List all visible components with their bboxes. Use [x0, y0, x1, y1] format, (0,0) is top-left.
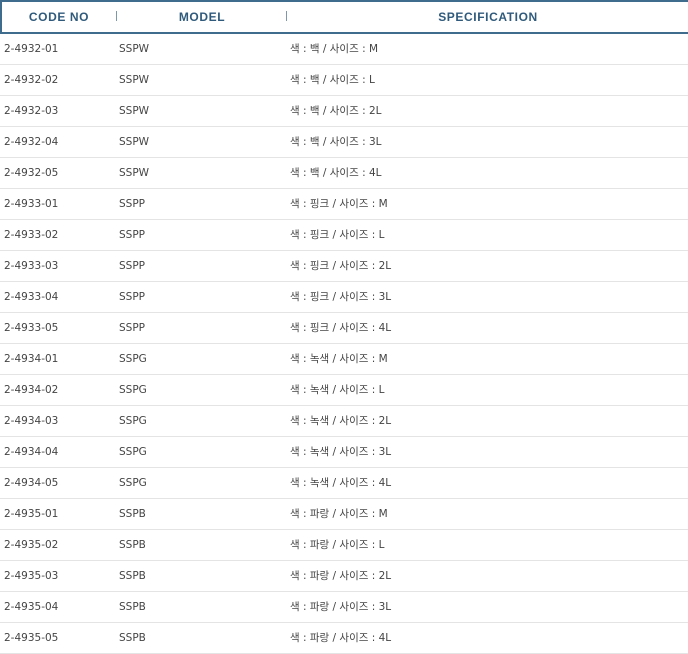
model-cell: SSPW — [119, 167, 150, 179]
model-cell: SSPG — [119, 353, 147, 365]
table-row: 2-4934-04 SSPG 색 : 녹색 / 사이즈 : 3L — [0, 437, 688, 468]
code-cell: 2-4932-01 — [4, 43, 59, 55]
table-header: CODE NO MODEL SPECIFICATION — [0, 0, 688, 34]
code-cell: 2-4933-05 — [4, 322, 59, 334]
spec-cell: 색 : 녹색 / 사이즈 : 4L — [290, 477, 392, 489]
spec-cell: 색 : 녹색 / 사이즈 : 2L — [290, 415, 392, 427]
table-row: 2-4933-02 SSPP 색 : 핑크 / 사이즈 : L — [0, 220, 688, 251]
spec-cell: 색 : 파랑 / 사이즈 : 3L — [290, 601, 392, 613]
spec-cell: 색 : 백 / 사이즈 : 3L — [290, 136, 382, 148]
table-row: 2-4934-01 SSPG 색 : 녹색 / 사이즈 : M — [0, 344, 688, 375]
model-cell: SSPG — [119, 477, 147, 489]
spec-cell: 색 : 녹색 / 사이즈 : M — [290, 353, 388, 365]
table-row: 2-4933-04 SSPP 색 : 핑크 / 사이즈 : 3L — [0, 282, 688, 313]
table-row: 2-4932-05 SSPW 색 : 백 / 사이즈 : 4L — [0, 158, 688, 189]
spec-cell: 색 : 핑크 / 사이즈 : M — [290, 198, 388, 210]
model-cell: SSPB — [119, 508, 146, 520]
model-cell: SSPB — [119, 601, 146, 613]
spec-cell: 색 : 핑크 / 사이즈 : 4L — [290, 322, 392, 334]
header-separator — [116, 11, 117, 21]
code-cell: 2-4935-02 — [4, 539, 59, 551]
code-cell: 2-4935-01 — [4, 508, 59, 520]
code-cell: 2-4934-01 — [4, 353, 59, 365]
spec-cell: 색 : 핑크 / 사이즈 : L — [290, 229, 385, 241]
spec-cell: 색 : 백 / 사이즈 : M — [290, 43, 378, 55]
code-cell: 2-4932-04 — [4, 136, 59, 148]
model-cell: SSPP — [119, 322, 145, 334]
model-cell: SSPG — [119, 415, 147, 427]
spec-cell: 색 : 녹색 / 사이즈 : L — [290, 384, 385, 396]
table-row: 2-4932-02 SSPW 색 : 백 / 사이즈 : L — [0, 65, 688, 96]
table-row: 2-4935-03 SSPB 색 : 파랑 / 사이즈 : 2L — [0, 561, 688, 592]
model-cell: SSPP — [119, 229, 145, 241]
code-cell: 2-4935-05 — [4, 632, 59, 644]
model-cell: SSPB — [119, 632, 146, 644]
model-cell: SSPB — [119, 570, 146, 582]
header-separator — [286, 11, 287, 21]
model-cell: SSPW — [119, 43, 150, 55]
code-cell: 2-4932-03 — [4, 105, 59, 117]
model-cell: SSPP — [119, 198, 145, 210]
product-table: CODE NO MODEL SPECIFICATION 2-4932-01 SSP… — [0, 0, 688, 654]
table-row: 2-4932-03 SSPW 색 : 백 / 사이즈 : 2L — [0, 96, 688, 127]
table-row: 2-4932-04 SSPW 색 : 백 / 사이즈 : 3L — [0, 127, 688, 158]
table-row: 2-4934-02 SSPG 색 : 녹색 / 사이즈 : L — [0, 375, 688, 406]
table-row: 2-4935-02 SSPB 색 : 파랑 / 사이즈 : L — [0, 530, 688, 561]
code-cell: 2-4933-01 — [4, 198, 59, 210]
model-cell: SSPG — [119, 384, 147, 396]
table-row: 2-4933-05 SSPP 색 : 핑크 / 사이즈 : 4L — [0, 313, 688, 344]
spec-cell: 색 : 파랑 / 사이즈 : M — [290, 508, 388, 520]
spec-cell: 색 : 파랑 / 사이즈 : 4L — [290, 632, 392, 644]
spec-cell: 색 : 백 / 사이즈 : 2L — [290, 105, 382, 117]
code-cell: 2-4934-03 — [4, 415, 59, 427]
table-row: 2-4935-01 SSPB 색 : 파랑 / 사이즈 : M — [0, 499, 688, 530]
code-cell: 2-4935-04 — [4, 601, 59, 613]
code-cell: 2-4933-02 — [4, 229, 59, 241]
code-cell: 2-4934-02 — [4, 384, 59, 396]
table-row: 2-4935-04 SSPB 색 : 파랑 / 사이즈 : 3L — [0, 592, 688, 623]
model-cell: SSPG — [119, 446, 147, 458]
model-cell: SSPB — [119, 539, 146, 551]
model-cell: SSPW — [119, 136, 150, 148]
code-cell: 2-4934-04 — [4, 446, 59, 458]
spec-cell: 색 : 백 / 사이즈 : L — [290, 74, 375, 86]
header-model: MODEL — [178, 10, 226, 24]
table-row: 2-4933-03 SSPP 색 : 핑크 / 사이즈 : 2L — [0, 251, 688, 282]
table-row: 2-4932-01 SSPW 색 : 백 / 사이즈 : M — [0, 34, 688, 65]
spec-cell: 색 : 백 / 사이즈 : 4L — [290, 167, 382, 179]
model-cell: SSPP — [119, 260, 145, 272]
model-cell: SSPW — [119, 74, 150, 86]
table-body: 2-4932-01 SSPW 색 : 백 / 사이즈 : M 2-4932-02 SSP… — [0, 34, 688, 654]
spec-cell: 색 : 파랑 / 사이즈 : 2L — [290, 570, 392, 582]
header-specification: SPECIFICATION — [438, 10, 538, 24]
code-cell: 2-4933-04 — [4, 291, 59, 303]
header-code-no: CODE NO — [28, 10, 90, 24]
model-cell: SSPP — [119, 291, 145, 303]
spec-cell: 색 : 파랑 / 사이즈 : L — [290, 539, 385, 551]
code-cell: 2-4935-03 — [4, 570, 59, 582]
table-row: 2-4934-05 SSPG 색 : 녹색 / 사이즈 : 4L — [0, 468, 688, 499]
code-cell: 2-4932-02 — [4, 74, 59, 86]
code-cell: 2-4933-03 — [4, 260, 59, 272]
code-cell: 2-4934-05 — [4, 477, 59, 489]
spec-cell: 색 : 핑크 / 사이즈 : 3L — [290, 291, 392, 303]
table-row: 2-4935-05 SSPB 색 : 파랑 / 사이즈 : 4L — [0, 623, 688, 654]
spec-cell: 색 : 녹색 / 사이즈 : 3L — [290, 446, 392, 458]
table-row: 2-4933-01 SSPP 색 : 핑크 / 사이즈 : M — [0, 189, 688, 220]
spec-cell: 색 : 핑크 / 사이즈 : 2L — [290, 260, 392, 272]
model-cell: SSPW — [119, 105, 150, 117]
code-cell: 2-4932-05 — [4, 167, 59, 179]
table-row: 2-4934-03 SSPG 색 : 녹색 / 사이즈 : 2L — [0, 406, 688, 437]
